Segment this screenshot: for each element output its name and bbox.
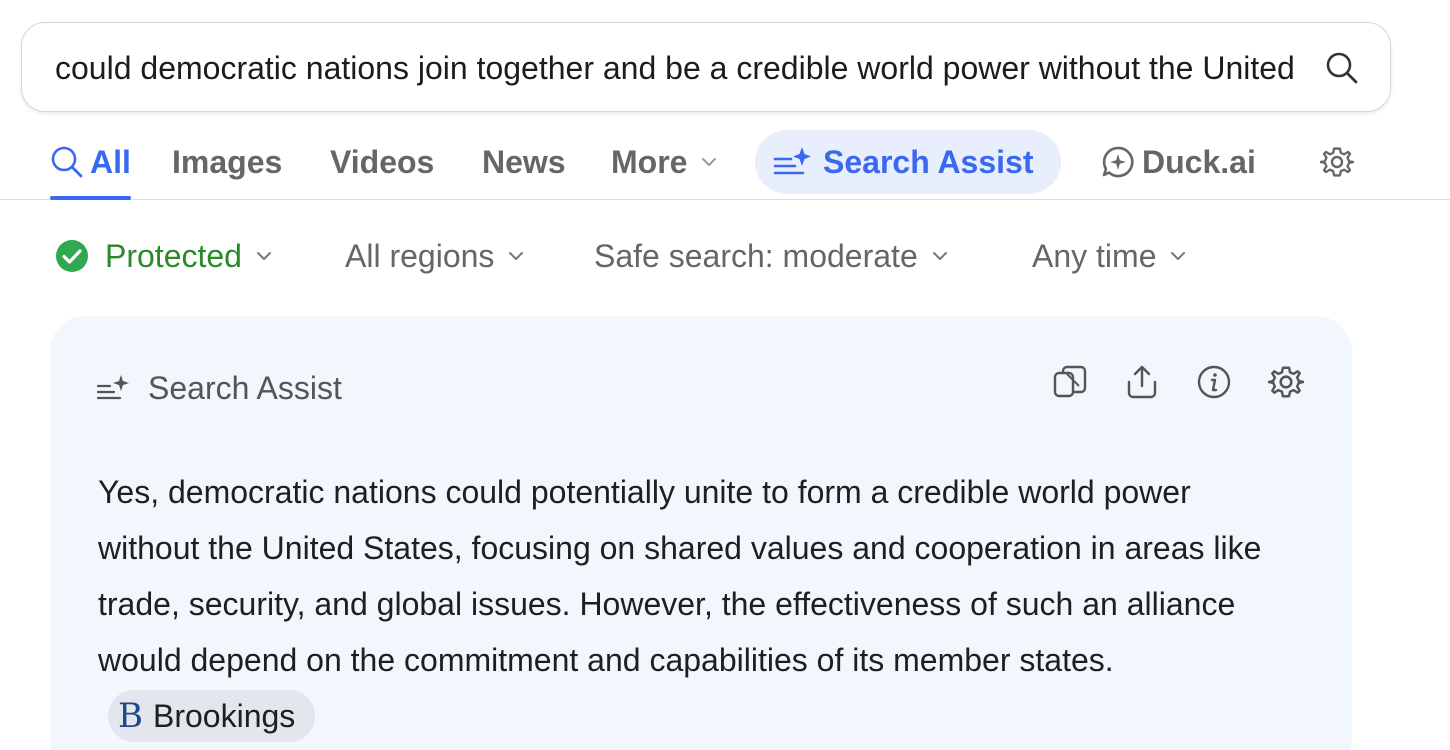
tab-videos[interactable]: Videos [330,128,434,196]
info-icon [1197,365,1231,399]
time-filter-label: Any time [1032,237,1157,274]
tab-all-label: All [90,143,131,180]
card-actions [1052,364,1305,400]
safe-search-filter[interactable]: Safe search: moderate [594,226,948,286]
region-filter-label: All regions [345,237,495,274]
card-header: Search Assist [96,366,342,410]
chevron-down-icon [1171,252,1186,260]
tab-more-label: More [611,143,688,180]
chat-sparkle-icon [1102,146,1134,178]
settings-button[interactable] [1320,128,1356,196]
search-bar[interactable]: could democratic nations join together a… [21,22,1391,112]
time-filter[interactable]: Any time [1032,226,1186,286]
search-icon [51,146,83,178]
protection-filter[interactable]: Protected [55,226,272,286]
copy-button[interactable] [1052,364,1088,400]
assist-answer: Yes, democratic nations could potentiall… [98,464,1288,745]
source-name: Brookings [153,697,296,734]
card-settings-button[interactable] [1267,364,1305,400]
search-icon [1326,52,1358,84]
sparkle-list-icon [96,375,129,400]
chevron-down-icon [702,158,717,166]
sparkle-list-icon [773,147,811,175]
safe-search-filter-label: Safe search: moderate [594,237,918,274]
active-tab-indicator [50,196,131,200]
tab-duck-ai[interactable]: Duck.ai [1100,128,1256,196]
tab-images[interactable]: Images [172,128,282,196]
gear-icon [1320,147,1354,177]
info-button[interactable] [1196,364,1232,400]
share-button[interactable] [1124,364,1160,400]
chevron-down-icon [932,252,947,260]
copy-icon [1053,365,1087,398]
tab-news[interactable]: News [482,128,566,196]
search-button[interactable] [1324,50,1360,86]
tab-search-assist[interactable]: Search Assist [755,130,1061,194]
tab-search-assist-label: Search Assist [823,143,1034,180]
search-input[interactable]: could democratic nations join together a… [55,23,1295,113]
tab-more[interactable]: More [611,128,717,196]
chevron-down-icon [509,252,524,260]
search-filters: Protected All regions Safe search: moder… [0,226,1450,286]
share-icon [1127,365,1157,399]
region-filter[interactable]: All regions [345,226,524,286]
protection-filter-label: Protected [105,237,242,274]
search-tabs: All Images Videos News More Search Assis… [0,128,1450,200]
check-circle-icon [56,240,88,272]
source-logo: B [118,695,143,736]
gear-icon [1267,366,1305,398]
tab-duck-ai-label: Duck.ai [1142,143,1256,180]
answer-text: Yes, democratic nations could potentiall… [98,474,1262,678]
search-assist-card: Search Assist Yes, democratic nations co… [50,316,1352,750]
tab-all[interactable]: All [50,128,131,200]
card-title: Search Assist [148,369,342,406]
source-chip[interactable]: B Brookings [108,689,316,742]
chevron-down-icon [256,252,271,260]
